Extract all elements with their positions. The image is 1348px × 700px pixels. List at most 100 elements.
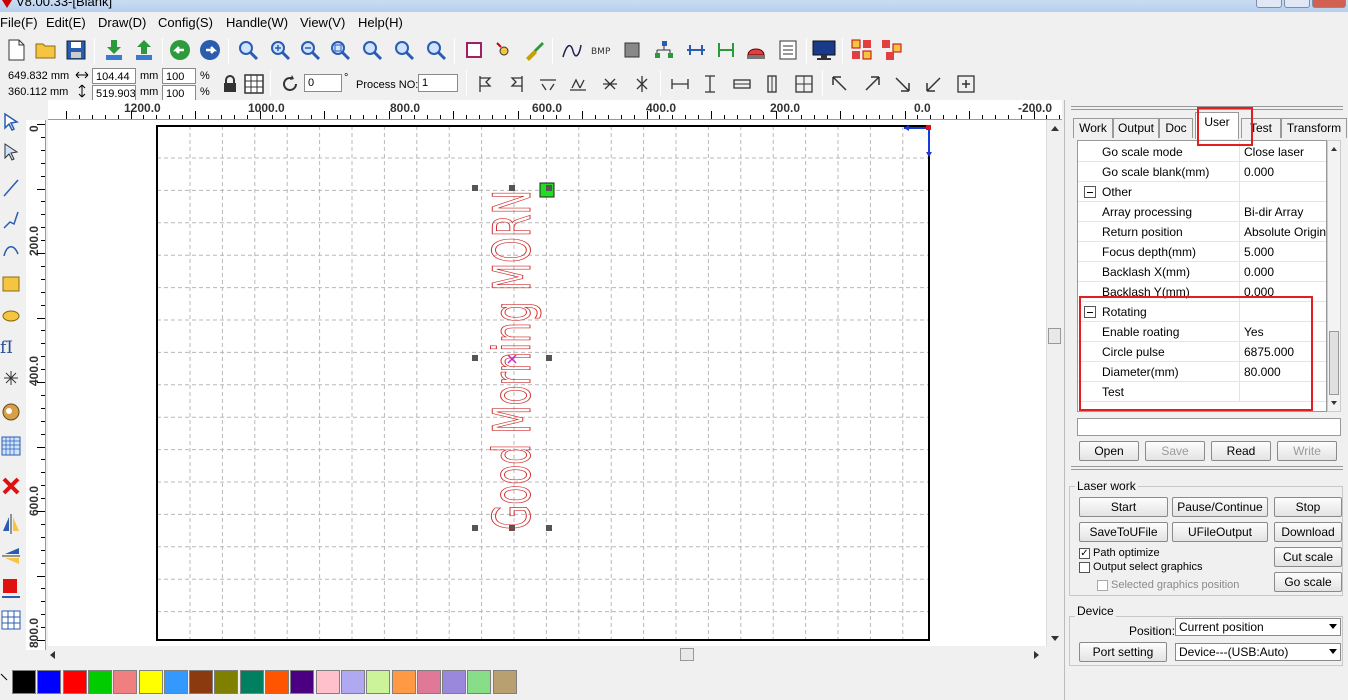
property-value[interactable]: Close laser <box>1244 145 1326 159</box>
image-tool-icon[interactable] <box>0 400 22 424</box>
scale-x-input[interactable]: 100 <box>162 68 196 84</box>
path-optimize-checkbox[interactable]: ✓ <box>1079 548 1090 559</box>
close-window-button[interactable] <box>1312 0 1346 8</box>
canvas-horizontal-scrollbar[interactable] <box>48 646 1046 664</box>
property-row[interactable]: Go scale blank(mm) 0.000 <box>1078 162 1326 182</box>
laser-output-icon[interactable] <box>0 576 22 600</box>
minimize-button[interactable] <box>1256 0 1282 8</box>
canvas-vertical-scrollbar[interactable] <box>1046 120 1062 646</box>
grid-size-icon[interactable] <box>242 72 266 96</box>
horizontal-scroll-thumb[interactable] <box>680 648 694 661</box>
scroll-left-icon[interactable] <box>50 651 55 659</box>
color-swatch[interactable] <box>37 670 62 694</box>
property-row[interactable]: Focus depth(mm) 5.000 <box>1078 242 1326 262</box>
origin-icon[interactable] <box>492 38 516 62</box>
color-swatch[interactable] <box>315 670 340 694</box>
mirror-h-icon[interactable] <box>474 72 498 96</box>
align-bottom-right-icon[interactable] <box>890 72 914 96</box>
start-button[interactable]: Start <box>1079 497 1168 517</box>
node-edit-icon[interactable] <box>0 140 22 164</box>
zoom-out-icon[interactable] <box>298 38 322 62</box>
prop-scroll-down-icon[interactable] <box>1331 401 1337 405</box>
ufile-output-button[interactable]: UFileOutput <box>1172 522 1268 542</box>
download-button[interactable]: Download <box>1274 522 1342 542</box>
write-button[interactable]: Write <box>1277 441 1337 461</box>
color-swatch[interactable] <box>239 670 264 694</box>
property-value[interactable]: Bi-dir Array <box>1244 205 1326 219</box>
zoom-pan-icon[interactable] <box>236 38 260 62</box>
stop-button[interactable]: Stop <box>1274 497 1342 517</box>
align-h-icon[interactable] <box>684 38 708 62</box>
color-swatch[interactable] <box>492 670 517 694</box>
save-file-icon[interactable] <box>64 38 88 62</box>
array-icon[interactable] <box>850 38 874 62</box>
menu-edit[interactable]: Edit(E) <box>46 15 86 30</box>
tab-work[interactable]: Work <box>1073 118 1113 138</box>
align-top-right-icon[interactable] <box>860 72 884 96</box>
property-row[interactable]: Backlash X(mm) 0.000 <box>1078 262 1326 282</box>
text-tool-icon[interactable]: fI <box>0 334 22 358</box>
rectangle-tool-icon[interactable] <box>0 272 22 296</box>
array-copy-icon[interactable] <box>880 38 904 62</box>
scroll-right-icon[interactable] <box>1034 651 1039 659</box>
property-row[interactable]: Return position Absolute Origin <box>1078 222 1326 242</box>
color-swatch[interactable] <box>416 670 441 694</box>
import-icon[interactable] <box>102 38 126 62</box>
canvas-graphics[interactable]: Good Morning MORN <box>48 120 1046 646</box>
delete-icon[interactable] <box>0 474 22 498</box>
open-button[interactable]: Open <box>1079 441 1139 461</box>
process-no-input[interactable]: 1 <box>418 74 458 92</box>
color-swatch[interactable] <box>12 670 36 694</box>
color-swatch[interactable] <box>113 670 138 694</box>
export-icon[interactable] <box>132 38 156 62</box>
property-row[interactable]: Array processing Bi-dir Array <box>1078 202 1326 222</box>
color-swatch[interactable] <box>340 670 365 694</box>
drawing-canvas[interactable]: Good Morning MORN <box>48 120 1046 646</box>
scroll-down-icon[interactable] <box>1051 636 1059 641</box>
height-input[interactable]: 519.903 <box>92 85 136 101</box>
zoom-selected-icon[interactable] <box>360 38 384 62</box>
same-size-v-icon[interactable] <box>760 72 784 96</box>
save-button[interactable]: Save <box>1145 441 1205 461</box>
pause-continue-button[interactable]: Pause/Continue <box>1172 497 1268 517</box>
align-center-icon[interactable] <box>954 72 978 96</box>
brush-icon[interactable] <box>522 38 546 62</box>
color-swatch[interactable] <box>467 670 492 694</box>
menu-help[interactable]: Help(H) <box>358 15 403 30</box>
vertical-scroll-thumb[interactable] <box>1048 328 1061 344</box>
same-height-icon[interactable] <box>698 72 722 96</box>
center-align-icon[interactable] <box>792 72 816 96</box>
redo-icon[interactable] <box>198 38 222 62</box>
line-tool-icon[interactable] <box>0 176 22 200</box>
color-swatch[interactable] <box>265 670 289 694</box>
align-bottom-left-icon[interactable] <box>922 72 946 96</box>
array-tool-icon[interactable] <box>0 608 22 632</box>
property-value[interactable]: 0.000 <box>1244 265 1326 279</box>
prop-scroll-up-icon[interactable] <box>1331 147 1337 151</box>
curve-icon[interactable] <box>560 38 584 62</box>
collapse-minus-icon[interactable] <box>1084 186 1096 198</box>
color-swatch[interactable] <box>87 670 112 694</box>
node-tree-icon[interactable] <box>652 38 676 62</box>
same-size-h-icon[interactable] <box>730 72 754 96</box>
property-scrollbar[interactable] <box>1327 140 1341 412</box>
menu-file[interactable]: File(F) <box>0 15 38 30</box>
mirror-v-icon[interactable] <box>504 72 528 96</box>
width-input[interactable]: 104.44 <box>92 68 136 84</box>
point-tool-icon[interactable] <box>0 366 22 390</box>
prop-scroll-thumb[interactable] <box>1329 331 1339 395</box>
tab-transform[interactable]: Transform <box>1281 118 1347 138</box>
cut-scale-button[interactable]: Cut scale <box>1274 547 1342 567</box>
maximize-button[interactable] <box>1284 0 1310 8</box>
flip-h-icon[interactable] <box>536 72 560 96</box>
save-to-ufile-button[interactable]: SaveToUFile <box>1079 522 1168 542</box>
bitmap-icon[interactable]: BMP <box>590 38 614 62</box>
open-file-icon[interactable] <box>34 38 58 62</box>
property-value[interactable]: 5.000 <box>1244 245 1326 259</box>
color-swatch[interactable] <box>189 670 214 694</box>
same-width-icon[interactable] <box>668 72 692 96</box>
color-swatch[interactable] <box>290 670 315 694</box>
mirror-tool-icon[interactable] <box>0 512 22 536</box>
port-setting-button[interactable]: Port setting <box>1079 642 1167 662</box>
color-swatch[interactable] <box>214 670 239 694</box>
